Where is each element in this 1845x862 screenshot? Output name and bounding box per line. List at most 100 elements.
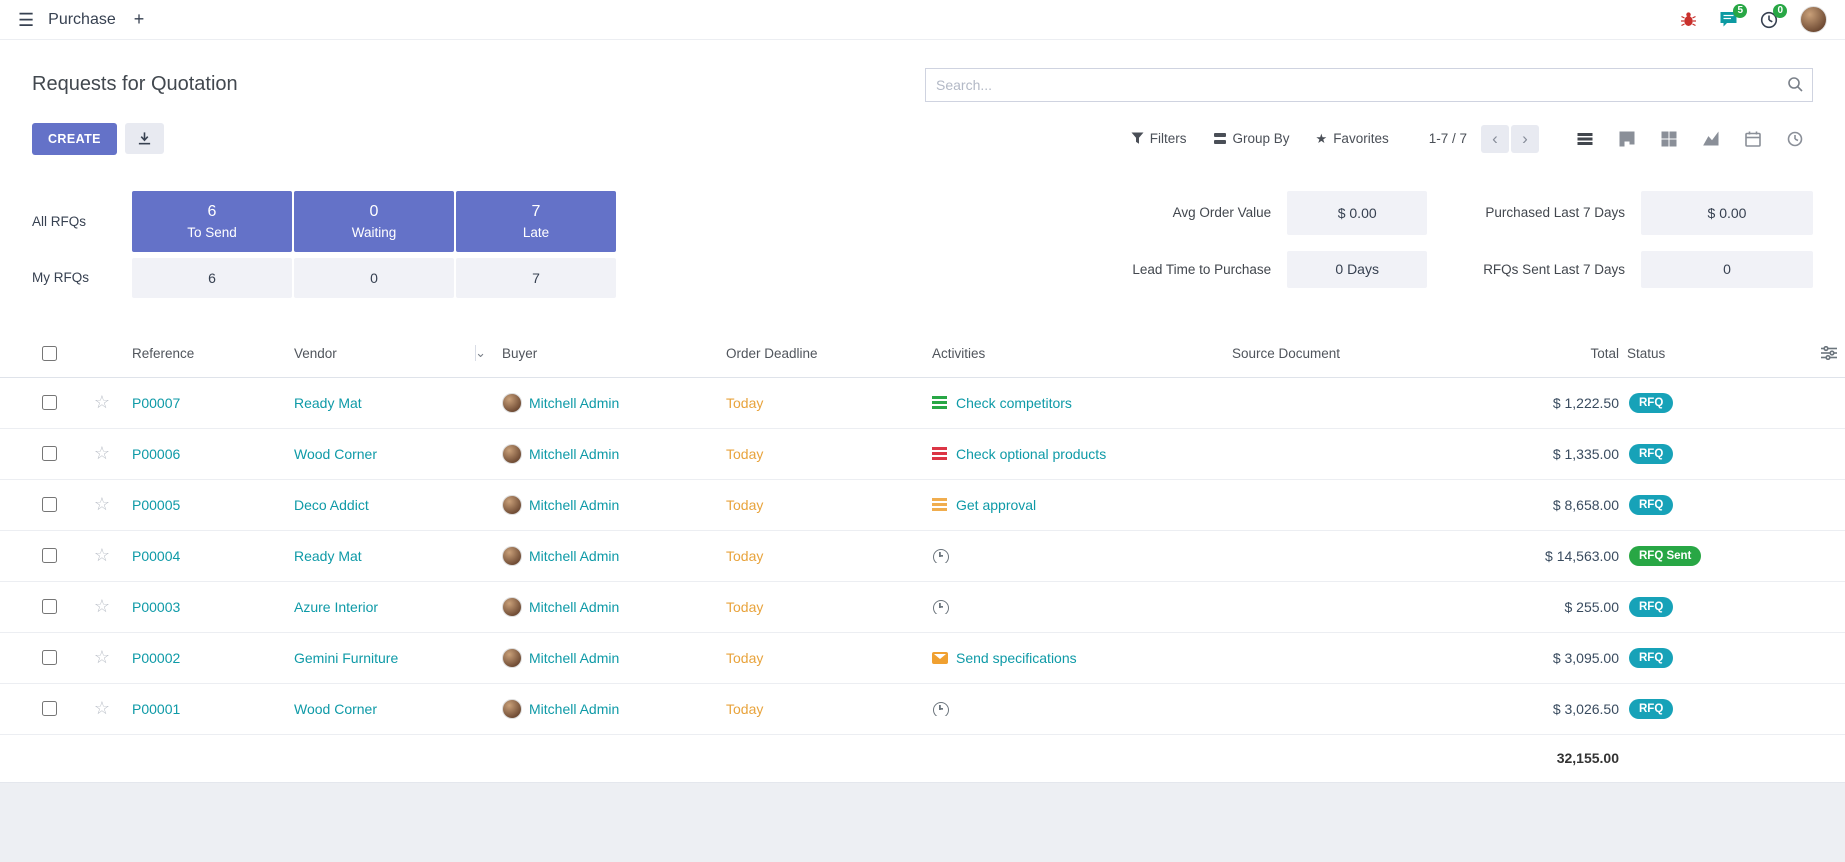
view-list-button[interactable]: [1567, 124, 1603, 154]
column-header-vendor[interactable]: Vendor ⌄: [294, 345, 502, 361]
table-row[interactable]: ☆ P00004 Ready Mat Mitchell Admin Today …: [0, 531, 1845, 582]
view-kanban-button[interactable]: [1609, 124, 1645, 154]
column-header-source-document[interactable]: Source Document: [1232, 346, 1447, 361]
select-all-checkbox[interactable]: [42, 346, 57, 361]
column-header-buyer[interactable]: Buyer: [502, 346, 726, 361]
tile-to-send[interactable]: 6 To Send: [132, 191, 292, 252]
table-row[interactable]: ☆ P00002 Gemini Furniture Mitchell Admin…: [0, 633, 1845, 684]
vendor-link[interactable]: Azure Interior: [294, 599, 502, 615]
tile-waiting[interactable]: 0 Waiting: [294, 191, 454, 252]
activity-cell[interactable]: [932, 600, 1232, 614]
row-checkbox[interactable]: [42, 548, 57, 563]
activity-icon[interactable]: [932, 651, 948, 665]
table-row[interactable]: ☆ P00003 Azure Interior Mitchell Admin T…: [0, 582, 1845, 633]
activity-cell[interactable]: Check competitors: [932, 395, 1232, 411]
search-input[interactable]: [925, 68, 1813, 102]
activity-icon[interactable]: [932, 702, 948, 716]
buyer-link[interactable]: Mitchell Admin: [529, 701, 619, 717]
reference-link[interactable]: P00003: [132, 599, 294, 615]
reference-link[interactable]: P00004: [132, 548, 294, 564]
activity-icon[interactable]: [932, 549, 948, 563]
user-avatar[interactable]: [1800, 6, 1827, 33]
buyer-link[interactable]: Mitchell Admin: [529, 599, 619, 615]
pager-previous-button[interactable]: ‹: [1481, 125, 1509, 153]
column-header-total[interactable]: Total: [1447, 346, 1627, 361]
activity-cell[interactable]: [932, 702, 1232, 716]
reference-link[interactable]: P00002: [132, 650, 294, 666]
vendor-link[interactable]: Ready Mat: [294, 548, 502, 564]
my-waiting-count[interactable]: 0: [294, 258, 454, 298]
vendor-link[interactable]: Wood Corner: [294, 446, 502, 462]
view-graph-button[interactable]: [1693, 124, 1729, 154]
table-row[interactable]: ☆ P00001 Wood Corner Mitchell Admin Toda…: [0, 684, 1845, 735]
column-header-reference[interactable]: Reference: [132, 346, 294, 361]
reference-link[interactable]: P00006: [132, 446, 294, 462]
buyer-link[interactable]: Mitchell Admin: [529, 497, 619, 513]
vendor-link[interactable]: Gemini Furniture: [294, 650, 502, 666]
favorite-star-icon[interactable]: ☆: [72, 545, 132, 566]
favorite-star-icon[interactable]: ☆: [72, 443, 132, 464]
app-name[interactable]: Purchase: [48, 11, 116, 29]
activities-clock-icon[interactable]: 0: [1760, 11, 1778, 29]
filters-button[interactable]: Filters: [1131, 131, 1187, 146]
buyer-link[interactable]: Mitchell Admin: [529, 650, 619, 666]
vendor-link[interactable]: Ready Mat: [294, 395, 502, 411]
debug-bug-icon[interactable]: [1680, 11, 1697, 28]
view-calendar-button[interactable]: [1735, 124, 1771, 154]
activity-cell[interactable]: Check optional products: [932, 446, 1232, 462]
optional-columns-button[interactable]: [1757, 346, 1845, 360]
row-checkbox[interactable]: [42, 701, 57, 716]
search-icon[interactable]: [1787, 76, 1804, 96]
create-button[interactable]: CREATE: [32, 123, 117, 155]
messages-icon[interactable]: 5: [1719, 11, 1738, 28]
table-row[interactable]: ☆ P00007 Ready Mat Mitchell Admin Today …: [0, 378, 1845, 429]
activity-label[interactable]: Check optional products: [956, 446, 1106, 462]
activity-label[interactable]: Get approval: [956, 497, 1036, 513]
row-checkbox[interactable]: [42, 497, 57, 512]
pager-next-button[interactable]: ›: [1511, 125, 1539, 153]
my-rfqs-filter[interactable]: My RFQs: [32, 270, 130, 285]
column-header-status[interactable]: Status: [1627, 346, 1757, 361]
group-by-button[interactable]: Group By: [1213, 131, 1290, 146]
tile-late[interactable]: 7 Late: [456, 191, 616, 252]
activity-icon[interactable]: [932, 447, 948, 461]
favorite-star-icon[interactable]: ☆: [72, 698, 132, 719]
favorite-star-icon[interactable]: ☆: [72, 647, 132, 668]
table-row[interactable]: ☆ P00006 Wood Corner Mitchell Admin Toda…: [0, 429, 1845, 480]
activity-label[interactable]: Send specifications: [956, 650, 1077, 666]
activity-label[interactable]: Check competitors: [956, 395, 1072, 411]
my-late-count[interactable]: 7: [456, 258, 616, 298]
row-checkbox[interactable]: [42, 650, 57, 665]
favorite-star-icon[interactable]: ☆: [72, 596, 132, 617]
column-header-order-deadline[interactable]: Order Deadline: [726, 346, 932, 361]
table-row[interactable]: ☆ P00005 Deco Addict Mitchell Admin Toda…: [0, 480, 1845, 531]
all-rfqs-filter[interactable]: All RFQs: [32, 214, 130, 229]
buyer-link[interactable]: Mitchell Admin: [529, 395, 619, 411]
add-tab-icon[interactable]: +: [134, 9, 145, 30]
reference-link[interactable]: P00007: [132, 395, 294, 411]
activity-icon[interactable]: [932, 600, 948, 614]
favorite-star-icon[interactable]: ☆: [72, 392, 132, 413]
reference-link[interactable]: P00001: [132, 701, 294, 717]
row-checkbox[interactable]: [42, 446, 57, 461]
column-header-activities[interactable]: Activities: [932, 346, 1232, 361]
activity-cell[interactable]: Get approval: [932, 497, 1232, 513]
apps-menu-icon[interactable]: ☰: [18, 11, 34, 29]
view-pivot-button[interactable]: [1651, 124, 1687, 154]
row-checkbox[interactable]: [42, 599, 57, 614]
activity-cell[interactable]: [932, 549, 1232, 563]
vendor-link[interactable]: Deco Addict: [294, 497, 502, 513]
favorites-button[interactable]: ★ Favorites: [1316, 131, 1389, 147]
buyer-link[interactable]: Mitchell Admin: [529, 446, 619, 462]
activity-cell[interactable]: Send specifications: [932, 650, 1232, 666]
vendor-link[interactable]: Wood Corner: [294, 701, 502, 717]
activity-icon[interactable]: [932, 396, 948, 410]
my-to-send-count[interactable]: 6: [132, 258, 292, 298]
view-activity-button[interactable]: [1777, 124, 1813, 154]
buyer-link[interactable]: Mitchell Admin: [529, 548, 619, 564]
favorite-star-icon[interactable]: ☆: [72, 494, 132, 515]
row-checkbox[interactable]: [42, 395, 57, 410]
activity-icon[interactable]: [932, 498, 948, 512]
export-button[interactable]: [125, 123, 164, 154]
reference-link[interactable]: P00005: [132, 497, 294, 513]
